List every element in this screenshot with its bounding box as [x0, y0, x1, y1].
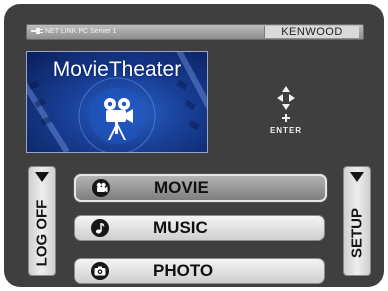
network-plug-icon: [31, 28, 43, 35]
log-off-label: LOG OFF: [33, 199, 51, 267]
arrow-right-icon[interactable]: [289, 94, 295, 102]
brand-logo: KENWOOD: [264, 26, 359, 38]
music-label: MUSIC: [153, 218, 208, 237]
arrow-up-icon[interactable]: [282, 86, 290, 92]
server-name: NET LINK PC Server 1: [45, 28, 117, 35]
setup-label: SETUP: [348, 207, 366, 259]
film-camera-icon: [92, 179, 110, 197]
chevron-down-icon: [35, 172, 49, 182]
movie-button[interactable]: MOVIE: [74, 174, 327, 202]
media-screen: NET LINK PC Server 1 KENWOOD MovieTheate…: [4, 4, 384, 287]
photo-button[interactable]: PHOTO: [74, 258, 325, 284]
log-off-button[interactable]: LOG OFF: [28, 166, 56, 276]
enter-plus-icon[interactable]: [282, 114, 290, 122]
arrow-left-icon[interactable]: [277, 94, 283, 102]
music-note-icon: [91, 219, 109, 237]
header-bar: NET LINK PC Server 1 KENWOOD: [26, 24, 364, 40]
arrow-down-icon[interactable]: [282, 104, 290, 110]
banner-title: MovieTheater: [52, 58, 182, 81]
chevron-down-icon: [350, 172, 364, 182]
setup-button[interactable]: SETUP: [343, 166, 371, 276]
movie-theater-banner: MovieTheater: [26, 51, 208, 153]
movie-label: MOVIE: [154, 178, 209, 197]
photo-label: PHOTO: [153, 261, 214, 280]
camera-icon: [91, 262, 109, 280]
server-label: NET LINK PC Server 1: [31, 25, 116, 39]
enter-label: ENTER: [269, 126, 303, 135]
music-button[interactable]: MUSIC: [74, 215, 325, 241]
